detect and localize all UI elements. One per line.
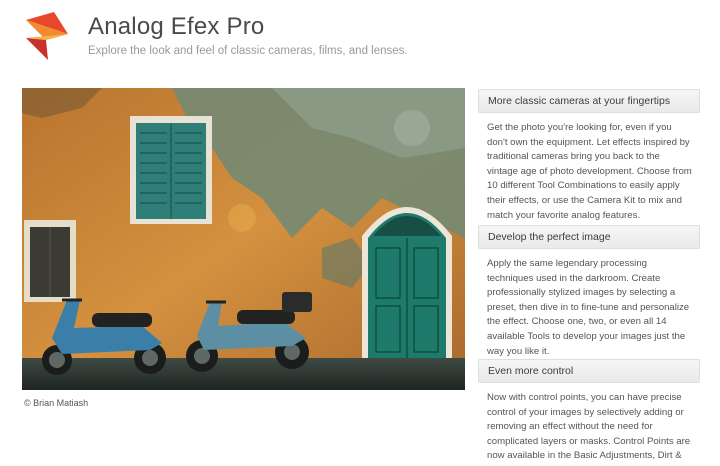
section-text-classic-cameras: Get the photo you're looking for, even i… — [487, 122, 692, 221]
section-heading-control: Even more control — [478, 359, 700, 383]
hero-photo — [22, 88, 465, 390]
photo-credit: © Brian Matiash — [24, 398, 89, 408]
features-sidebar: More classic cameras at your fingertips … — [478, 89, 700, 466]
section-heading-classic-cameras: More classic cameras at your fingertips — [478, 89, 700, 113]
section-text-control: Now with control points, you can have pr… — [487, 392, 691, 466]
page-subtitle: Explore the look and feel of classic cam… — [88, 45, 408, 57]
page-header: Analog Efex Pro Explore the look and fee… — [24, 8, 704, 64]
section-text-develop: Apply the same legendary processing tech… — [487, 258, 690, 357]
analog-efex-logo-icon — [26, 12, 68, 60]
section-heading-develop: Develop the perfect image — [478, 225, 700, 249]
page-title: Analog Efex Pro — [88, 13, 265, 40]
